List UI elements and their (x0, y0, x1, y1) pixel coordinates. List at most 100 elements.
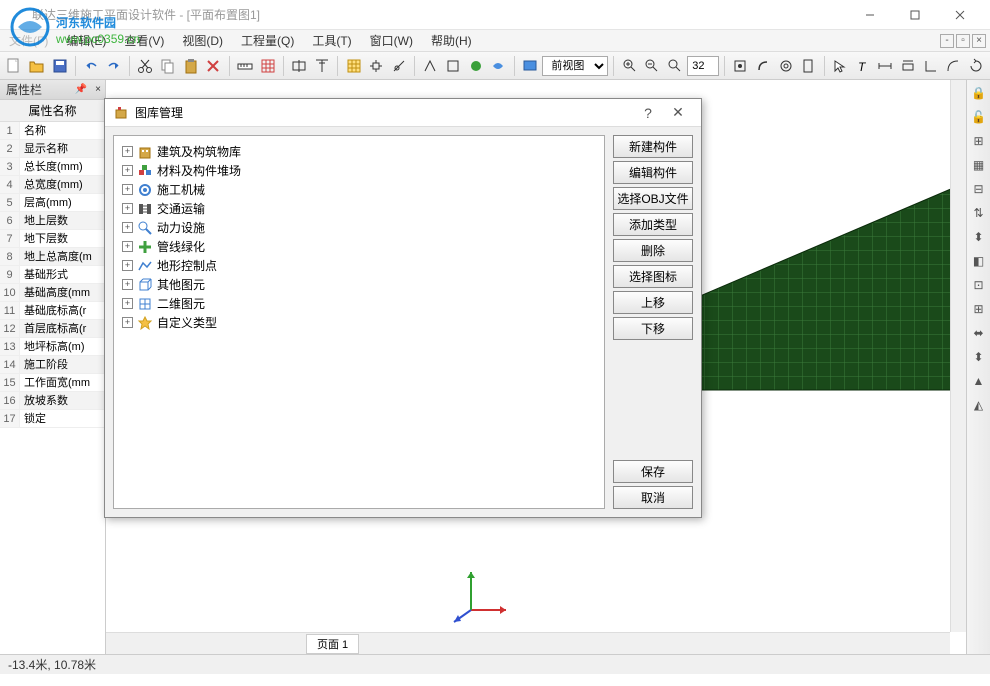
expand-icon[interactable]: + (122, 317, 133, 328)
menu-edit[interactable]: 编辑(E) (57, 30, 115, 51)
tool-d-icon[interactable] (798, 55, 819, 77)
rt-10-icon[interactable]: ⬍ (970, 348, 988, 366)
dialog-button[interactable]: 选择OBJ文件 (613, 187, 693, 210)
lock-icon[interactable]: 🔒 (970, 84, 988, 102)
view-combo[interactable]: 前视图 (542, 56, 608, 76)
rt-3-icon[interactable]: ⊟ (970, 180, 988, 198)
horizontal-scrollbar[interactable]: 页面 1 (106, 632, 950, 654)
dim-a-icon[interactable] (920, 55, 941, 77)
expand-icon[interactable]: + (122, 241, 133, 252)
unlock-icon[interactable]: 🔓 (970, 108, 988, 126)
zoom-out-icon[interactable] (642, 55, 663, 77)
close-button[interactable] (937, 1, 982, 29)
tree-item[interactable]: +管线绿化 (118, 237, 600, 256)
minimize-button[interactable] (847, 1, 892, 29)
property-row[interactable]: 15工作面宽(mm (0, 374, 105, 392)
dim-box-icon[interactable] (898, 55, 919, 77)
snap4-icon[interactable] (389, 55, 410, 77)
save-button[interactable]: 保存 (613, 460, 693, 483)
mdi-minimize-icon[interactable]: - (940, 34, 954, 48)
menu-view[interactable]: 查看(V) (115, 30, 173, 51)
snap2-icon[interactable] (312, 55, 333, 77)
dialog-button[interactable]: 上移 (613, 291, 693, 314)
save-icon[interactable] (49, 55, 70, 77)
dialog-help-icon[interactable]: ? (633, 105, 663, 121)
zoom-input[interactable] (687, 56, 719, 76)
copy-icon[interactable] (158, 55, 179, 77)
property-row[interactable]: 16放坡系数 (0, 392, 105, 410)
tree-item[interactable]: +地形控制点 (118, 256, 600, 275)
maximize-button[interactable] (892, 1, 937, 29)
library-tree[interactable]: +建筑及构筑物库+材料及构件堆场+施工机械+交通运输+动力设施+管线绿化+地形控… (113, 135, 605, 509)
tree-item[interactable]: +自定义类型 (118, 313, 600, 332)
tree-item[interactable]: +其他图元 (118, 275, 600, 294)
shape4-icon[interactable] (488, 55, 509, 77)
vertical-scrollbar[interactable] (950, 80, 966, 632)
property-row[interactable]: 9基础形式 (0, 266, 105, 284)
property-row[interactable]: 14施工阶段 (0, 356, 105, 374)
redo-icon[interactable] (104, 55, 125, 77)
expand-icon[interactable]: + (122, 165, 133, 176)
rt-6-icon[interactable]: ◧ (970, 252, 988, 270)
tool-c-icon[interactable] (775, 55, 796, 77)
menu-window[interactable]: 窗口(W) (361, 30, 422, 51)
snap1-icon[interactable] (289, 55, 310, 77)
dialog-button[interactable]: 选择图标 (613, 265, 693, 288)
expand-icon[interactable]: + (122, 279, 133, 290)
mdi-restore-icon[interactable]: ▫ (956, 34, 970, 48)
dialog-button[interactable]: 添加类型 (613, 213, 693, 236)
rt-8-icon[interactable]: ⊞ (970, 300, 988, 318)
dialog-button[interactable]: 下移 (613, 317, 693, 340)
dialog-titlebar[interactable]: 图库管理 ? ✕ (105, 99, 701, 127)
dialog-button[interactable]: 新建构件 (613, 135, 693, 158)
screen-icon[interactable] (520, 55, 541, 77)
property-row[interactable]: 10基础高度(mm (0, 284, 105, 302)
dim-arc-icon[interactable] (943, 55, 964, 77)
paste-icon[interactable] (180, 55, 201, 77)
property-row[interactable]: 2显示名称 (0, 140, 105, 158)
property-row[interactable]: 7地下层数 (0, 230, 105, 248)
ruler-icon[interactable] (235, 55, 256, 77)
dim-h-icon[interactable] (875, 55, 896, 77)
panel-close-icon[interactable]: × (95, 84, 101, 95)
snap3-icon[interactable] (366, 55, 387, 77)
expand-icon[interactable]: + (122, 222, 133, 233)
menu-help[interactable]: 帮助(H) (422, 30, 481, 51)
shape1-icon[interactable] (420, 55, 441, 77)
property-row[interactable]: 8地上总高度(m (0, 248, 105, 266)
rt-11-icon[interactable]: ▲ (970, 372, 988, 390)
expand-icon[interactable]: + (122, 184, 133, 195)
rt-7-icon[interactable]: ⊡ (970, 276, 988, 294)
tree-item[interactable]: +建筑及构筑物库 (118, 142, 600, 161)
menu-tools[interactable]: 工具(T) (303, 30, 360, 51)
rt-4-icon[interactable]: ⇅ (970, 204, 988, 222)
tree-item[interactable]: +材料及构件堆场 (118, 161, 600, 180)
property-row[interactable]: 11基础底标高(r (0, 302, 105, 320)
dialog-button[interactable]: 编辑构件 (613, 161, 693, 184)
zoom-fit-icon[interactable] (665, 55, 686, 77)
page-tab[interactable]: 页面 1 (306, 634, 359, 654)
cancel-button[interactable]: 取消 (613, 486, 693, 509)
menu-viewport[interactable]: 视图(D) (173, 30, 232, 51)
tree-item[interactable]: +动力设施 (118, 218, 600, 237)
grid-icon[interactable] (257, 55, 278, 77)
select-icon[interactable] (830, 55, 851, 77)
tool-a-icon[interactable] (730, 55, 751, 77)
property-row[interactable]: 13地坪标高(m) (0, 338, 105, 356)
rt-2-icon[interactable]: ▦ (970, 156, 988, 174)
property-row[interactable]: 5层高(mm) (0, 194, 105, 212)
expand-icon[interactable]: + (122, 298, 133, 309)
tree-item[interactable]: +二维图元 (118, 294, 600, 313)
property-row[interactable]: 6地上层数 (0, 212, 105, 230)
rt-9-icon[interactable]: ⬌ (970, 324, 988, 342)
shape2-icon[interactable] (443, 55, 464, 77)
cut-icon[interactable] (135, 55, 156, 77)
rt-1-icon[interactable]: ⊞ (970, 132, 988, 150)
dim-rot-icon[interactable] (966, 55, 987, 77)
dialog-close-icon[interactable]: ✕ (663, 104, 693, 121)
property-row[interactable]: 3总长度(mm) (0, 158, 105, 176)
open-icon[interactable] (27, 55, 48, 77)
grid2-icon[interactable] (343, 55, 364, 77)
pin-icon[interactable]: 📌 (75, 84, 87, 95)
new-icon[interactable] (4, 55, 25, 77)
